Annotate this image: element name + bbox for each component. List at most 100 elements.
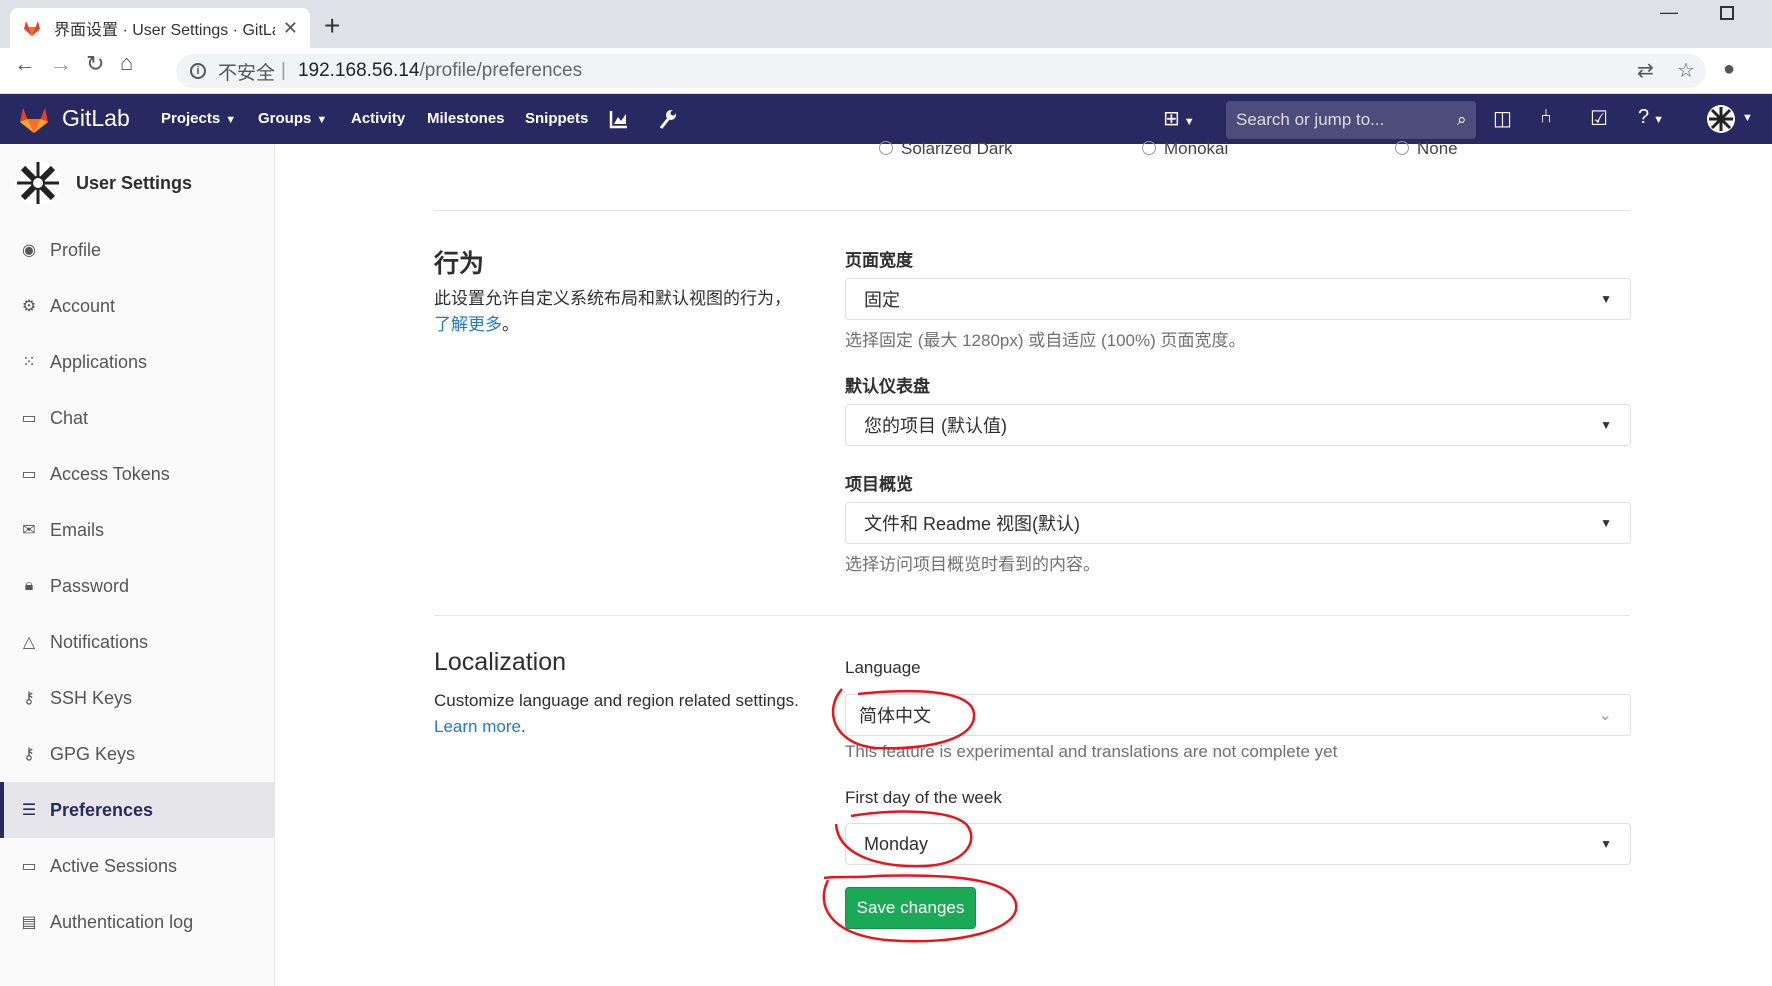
wrench-icon[interactable] xyxy=(657,108,677,130)
merge-request-icon[interactable]: ⑃ xyxy=(1540,106,1552,129)
sidebar-item-account[interactable]: ⚙ Account xyxy=(0,278,274,334)
theme-option-none[interactable]: None xyxy=(1395,139,1458,159)
gitlab-logo-icon[interactable] xyxy=(18,104,50,134)
user-avatar-icon[interactable] xyxy=(1706,104,1736,134)
chevron-down-icon: ▼ xyxy=(225,114,237,126)
minimize-icon[interactable]: — xyxy=(1660,2,1678,23)
chart-icon[interactable] xyxy=(609,109,629,129)
dashboard-select[interactable]: 您的项目 (默认值) ▼ xyxy=(845,404,1631,446)
mail-icon: ✉ xyxy=(22,522,36,539)
browser-tab[interactable]: 界面设置 · User Settings · GitLab ✕ xyxy=(10,8,310,48)
save-changes-button[interactable]: Save changes xyxy=(845,887,976,929)
nav-groups[interactable]: Groups ▼ xyxy=(258,110,327,127)
home-icon[interactable]: ⌂ xyxy=(120,50,133,76)
chevron-down-icon: ⌄ xyxy=(1598,707,1612,724)
url-path: /profile/preferences xyxy=(419,60,583,81)
localization-description: Customize language and region related se… xyxy=(434,691,799,736)
localization-title: Localization xyxy=(434,648,567,676)
main-content: Solarized Dark Monokai None 行为 此设置允许自定义系… xyxy=(276,139,1772,986)
sidebar-item-access-tokens[interactable]: ▭ Access Tokens xyxy=(0,446,274,502)
layout-width-help: 选择固定 (最大 1280px) 或自适应 (100%) 页面宽度。 xyxy=(845,331,1246,350)
avatar xyxy=(15,160,61,206)
new-tab-icon[interactable]: + xyxy=(324,10,340,42)
language-select[interactable]: 简体中文 ⌄ xyxy=(845,694,1631,736)
gitlab-navbar: GitLab Projects ▼ Groups ▼ Activity Milest… xyxy=(0,94,1772,144)
info-icon[interactable]: i xyxy=(190,63,206,79)
sidebar-title: User Settings xyxy=(76,172,193,193)
issues-icon[interactable]: ◫ xyxy=(1493,106,1512,131)
forward-icon[interactable]: → xyxy=(50,51,72,77)
gitlab-favicon-icon xyxy=(24,21,40,36)
search-box[interactable]: ⌕ xyxy=(1226,101,1476,139)
localization-learn-more-link[interactable]: Learn more xyxy=(434,717,521,736)
sidebar-item-preferences[interactable]: ☰ Preferences xyxy=(0,782,274,838)
behavior-description: 此设置允许自定义系统布局和默认视图的行为， 了解更多。 xyxy=(434,289,791,334)
sidebar-item-chat[interactable]: ▭ Chat xyxy=(0,390,274,446)
maximize-icon[interactable] xyxy=(1720,6,1734,20)
first-day-label: First day of the week xyxy=(845,788,1002,807)
lock-icon: 🔒︎ xyxy=(24,577,34,594)
radio-icon xyxy=(1395,141,1409,155)
sidebar-header[interactable]: User Settings xyxy=(0,144,274,222)
bell-icon: △ xyxy=(22,634,36,651)
project-view-help: 选择访问项目概览时看到的内容。 xyxy=(845,555,1100,574)
back-icon[interactable]: ← xyxy=(14,51,36,77)
sidebar-item-ssh-keys[interactable]: ⚷ SSH Keys xyxy=(0,670,274,726)
theme-option-solarized-dark[interactable]: Solarized Dark xyxy=(879,139,1013,159)
settings-sidebar: User Settings ◉ Profile ⚙ Account ⁙ Applica… xyxy=(0,144,275,986)
sidebar-item-active-sessions[interactable]: ▭ Active Sessions xyxy=(0,838,274,894)
nav-milestones[interactable]: Milestones xyxy=(427,110,505,127)
layout-width-label: 页面宽度 xyxy=(845,251,913,270)
sidebar-item-authentication-log[interactable]: ▤ Authentication log xyxy=(0,894,274,950)
caret-down-icon: ▼ xyxy=(1600,837,1612,851)
section-divider xyxy=(434,210,1630,211)
search-input[interactable] xyxy=(1236,110,1457,130)
todo-icon[interactable]: ☑ xyxy=(1590,106,1608,131)
theme-option-monokai[interactable]: Monokai xyxy=(1142,139,1228,159)
browser-tab-strip: 界面设置 · User Settings · GitLab ✕ + — xyxy=(0,0,1772,48)
sidebar-item-profile[interactable]: ◉ Profile xyxy=(0,222,274,278)
sidebar-item-gpg-keys[interactable]: ⚷ GPG Keys xyxy=(0,726,274,782)
radio-icon xyxy=(879,141,893,155)
behavior-title: 行为 xyxy=(434,250,485,278)
sidebar-item-emails[interactable]: ✉ Emails xyxy=(0,502,274,558)
account-icon: ⚙ xyxy=(21,298,37,315)
layout-width-select[interactable]: 固定 ▼ xyxy=(845,278,1631,320)
url-host: 192.168.56.14 xyxy=(297,60,420,81)
chat-icon: ▭ xyxy=(21,410,37,427)
language-help: This feature is experimental and transla… xyxy=(845,742,1338,761)
chevron-down-icon: ▼ xyxy=(316,114,328,126)
key-icon: ⚷ xyxy=(23,746,35,763)
translate-icon[interactable]: ⇄ xyxy=(1637,58,1654,83)
caret-down-icon: ▼ xyxy=(1600,292,1612,306)
project-view-select[interactable]: 文件和 Readme 视图(默认) ▼ xyxy=(845,502,1631,544)
plus-square-icon[interactable]: ⊞ ▼ xyxy=(1163,106,1195,131)
behavior-learn-more-link[interactable]: 了解更多 xyxy=(434,315,502,334)
nav-projects[interactable]: Projects ▼ xyxy=(161,110,236,127)
token-icon: ▭ xyxy=(21,466,37,483)
caret-down-icon: ▼ xyxy=(1600,418,1612,432)
help-icon[interactable]: ? ▼ xyxy=(1638,106,1664,129)
chevron-down-icon[interactable]: ▼ xyxy=(1742,112,1753,124)
bookmark-star-icon[interactable]: ☆ xyxy=(1677,58,1695,83)
close-tab-icon[interactable]: ✕ xyxy=(283,18,298,39)
address-bar[interactable]: i 不安全 | 192.168.56.14 /profile/preferenc… xyxy=(176,54,1706,88)
reload-icon[interactable]: ↻ xyxy=(86,51,104,77)
sidebar-item-password[interactable]: 🔒︎ Password xyxy=(0,558,274,614)
tab-title: 界面设置 · User Settings · GitLab xyxy=(54,22,275,39)
key-icon: ⚷ xyxy=(23,690,35,707)
gitlab-brand[interactable]: GitLab xyxy=(62,105,130,132)
sidebar-item-notifications[interactable]: △ Notifications xyxy=(0,614,274,670)
nav-snippets[interactable]: Snippets xyxy=(525,110,588,127)
insecure-label: 不安全 xyxy=(218,62,276,84)
monitor-icon: ▭ xyxy=(21,858,37,875)
first-day-select[interactable]: Monday ▼ xyxy=(845,823,1631,865)
sidebar-item-applications[interactable]: ⁙ Applications xyxy=(0,334,274,390)
url-separator: | xyxy=(281,60,286,81)
section-divider xyxy=(434,615,1630,616)
sliders-icon: ☰ xyxy=(21,802,37,819)
search-icon[interactable]: ⌕ xyxy=(1457,110,1467,130)
account-circle-icon[interactable]: ● xyxy=(1723,58,1735,81)
nav-activity[interactable]: Activity xyxy=(351,110,405,127)
caret-down-icon: ▼ xyxy=(1600,516,1612,530)
